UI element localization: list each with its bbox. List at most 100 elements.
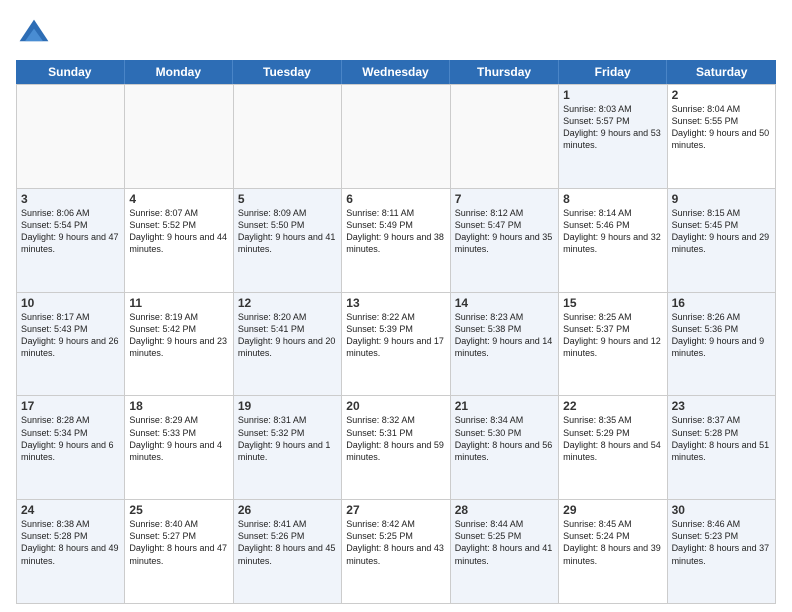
day-number: 18: [129, 399, 228, 413]
calendar-cell-9: 9Sunrise: 8:15 AM Sunset: 5:45 PM Daylig…: [668, 189, 776, 293]
calendar-cell-8: 8Sunrise: 8:14 AM Sunset: 5:46 PM Daylig…: [559, 189, 667, 293]
day-number: 17: [21, 399, 120, 413]
day-info: Sunrise: 8:38 AM Sunset: 5:28 PM Dayligh…: [21, 518, 120, 567]
calendar-cell-empty-0-2: [234, 85, 342, 189]
day-number: 26: [238, 503, 337, 517]
calendar-cell-29: 29Sunrise: 8:45 AM Sunset: 5:24 PM Dayli…: [559, 500, 667, 604]
day-info: Sunrise: 8:03 AM Sunset: 5:57 PM Dayligh…: [563, 103, 662, 152]
day-info: Sunrise: 8:09 AM Sunset: 5:50 PM Dayligh…: [238, 207, 337, 256]
calendar-cell-16: 16Sunrise: 8:26 AM Sunset: 5:36 PM Dayli…: [668, 293, 776, 397]
calendar-cell-7: 7Sunrise: 8:12 AM Sunset: 5:47 PM Daylig…: [451, 189, 559, 293]
calendar-cell-17: 17Sunrise: 8:28 AM Sunset: 5:34 PM Dayli…: [17, 396, 125, 500]
calendar-cell-empty-0-1: [125, 85, 233, 189]
day-number: 24: [21, 503, 120, 517]
header-day-sunday: Sunday: [16, 60, 125, 84]
day-info: Sunrise: 8:42 AM Sunset: 5:25 PM Dayligh…: [346, 518, 445, 567]
day-info: Sunrise: 8:31 AM Sunset: 5:32 PM Dayligh…: [238, 414, 337, 463]
day-number: 16: [672, 296, 771, 310]
calendar-cell-12: 12Sunrise: 8:20 AM Sunset: 5:41 PM Dayli…: [234, 293, 342, 397]
header-day-friday: Friday: [559, 60, 668, 84]
day-number: 6: [346, 192, 445, 206]
header-day-thursday: Thursday: [450, 60, 559, 84]
calendar-cell-empty-0-3: [342, 85, 450, 189]
day-info: Sunrise: 8:11 AM Sunset: 5:49 PM Dayligh…: [346, 207, 445, 256]
day-number: 9: [672, 192, 771, 206]
day-info: Sunrise: 8:25 AM Sunset: 5:37 PM Dayligh…: [563, 311, 662, 360]
calendar-cell-20: 20Sunrise: 8:32 AM Sunset: 5:31 PM Dayli…: [342, 396, 450, 500]
header: [16, 16, 776, 52]
calendar-cell-27: 27Sunrise: 8:42 AM Sunset: 5:25 PM Dayli…: [342, 500, 450, 604]
calendar-cell-30: 30Sunrise: 8:46 AM Sunset: 5:23 PM Dayli…: [668, 500, 776, 604]
day-info: Sunrise: 8:46 AM Sunset: 5:23 PM Dayligh…: [672, 518, 771, 567]
calendar-cell-25: 25Sunrise: 8:40 AM Sunset: 5:27 PM Dayli…: [125, 500, 233, 604]
calendar: SundayMondayTuesdayWednesdayThursdayFrid…: [16, 60, 776, 604]
calendar-row-2: 10Sunrise: 8:17 AM Sunset: 5:43 PM Dayli…: [17, 293, 776, 397]
day-info: Sunrise: 8:32 AM Sunset: 5:31 PM Dayligh…: [346, 414, 445, 463]
day-number: 10: [21, 296, 120, 310]
day-info: Sunrise: 8:41 AM Sunset: 5:26 PM Dayligh…: [238, 518, 337, 567]
day-number: 29: [563, 503, 662, 517]
header-day-monday: Monday: [125, 60, 234, 84]
calendar-row-1: 3Sunrise: 8:06 AM Sunset: 5:54 PM Daylig…: [17, 189, 776, 293]
calendar-cell-empty-0-0: [17, 85, 125, 189]
calendar-row-0: 1Sunrise: 8:03 AM Sunset: 5:57 PM Daylig…: [17, 85, 776, 189]
calendar-cell-15: 15Sunrise: 8:25 AM Sunset: 5:37 PM Dayli…: [559, 293, 667, 397]
day-number: 2: [672, 88, 771, 102]
day-info: Sunrise: 8:06 AM Sunset: 5:54 PM Dayligh…: [21, 207, 120, 256]
day-number: 14: [455, 296, 554, 310]
logo-icon: [16, 16, 52, 52]
day-number: 25: [129, 503, 228, 517]
calendar-cell-18: 18Sunrise: 8:29 AM Sunset: 5:33 PM Dayli…: [125, 396, 233, 500]
calendar-cell-11: 11Sunrise: 8:19 AM Sunset: 5:42 PM Dayli…: [125, 293, 233, 397]
day-info: Sunrise: 8:15 AM Sunset: 5:45 PM Dayligh…: [672, 207, 771, 256]
day-info: Sunrise: 8:28 AM Sunset: 5:34 PM Dayligh…: [21, 414, 120, 463]
calendar-cell-3: 3Sunrise: 8:06 AM Sunset: 5:54 PM Daylig…: [17, 189, 125, 293]
day-number: 5: [238, 192, 337, 206]
day-number: 12: [238, 296, 337, 310]
day-number: 3: [21, 192, 120, 206]
calendar-header: SundayMondayTuesdayWednesdayThursdayFrid…: [16, 60, 776, 84]
day-number: 20: [346, 399, 445, 413]
day-info: Sunrise: 8:34 AM Sunset: 5:30 PM Dayligh…: [455, 414, 554, 463]
calendar-cell-5: 5Sunrise: 8:09 AM Sunset: 5:50 PM Daylig…: [234, 189, 342, 293]
calendar-cell-1: 1Sunrise: 8:03 AM Sunset: 5:57 PM Daylig…: [559, 85, 667, 189]
calendar-cell-26: 26Sunrise: 8:41 AM Sunset: 5:26 PM Dayli…: [234, 500, 342, 604]
calendar-cell-10: 10Sunrise: 8:17 AM Sunset: 5:43 PM Dayli…: [17, 293, 125, 397]
header-day-tuesday: Tuesday: [233, 60, 342, 84]
day-info: Sunrise: 8:29 AM Sunset: 5:33 PM Dayligh…: [129, 414, 228, 463]
calendar-cell-19: 19Sunrise: 8:31 AM Sunset: 5:32 PM Dayli…: [234, 396, 342, 500]
calendar-row-3: 17Sunrise: 8:28 AM Sunset: 5:34 PM Dayli…: [17, 396, 776, 500]
calendar-row-4: 24Sunrise: 8:38 AM Sunset: 5:28 PM Dayli…: [17, 500, 776, 604]
calendar-body: 1Sunrise: 8:03 AM Sunset: 5:57 PM Daylig…: [16, 84, 776, 604]
calendar-cell-22: 22Sunrise: 8:35 AM Sunset: 5:29 PM Dayli…: [559, 396, 667, 500]
calendar-cell-13: 13Sunrise: 8:22 AM Sunset: 5:39 PM Dayli…: [342, 293, 450, 397]
day-number: 23: [672, 399, 771, 413]
day-info: Sunrise: 8:26 AM Sunset: 5:36 PM Dayligh…: [672, 311, 771, 360]
day-info: Sunrise: 8:45 AM Sunset: 5:24 PM Dayligh…: [563, 518, 662, 567]
day-number: 7: [455, 192, 554, 206]
day-info: Sunrise: 8:07 AM Sunset: 5:52 PM Dayligh…: [129, 207, 228, 256]
day-number: 27: [346, 503, 445, 517]
calendar-cell-2: 2Sunrise: 8:04 AM Sunset: 5:55 PM Daylig…: [668, 85, 776, 189]
day-info: Sunrise: 8:20 AM Sunset: 5:41 PM Dayligh…: [238, 311, 337, 360]
calendar-cell-4: 4Sunrise: 8:07 AM Sunset: 5:52 PM Daylig…: [125, 189, 233, 293]
day-info: Sunrise: 8:19 AM Sunset: 5:42 PM Dayligh…: [129, 311, 228, 360]
day-info: Sunrise: 8:37 AM Sunset: 5:28 PM Dayligh…: [672, 414, 771, 463]
day-number: 19: [238, 399, 337, 413]
day-number: 15: [563, 296, 662, 310]
day-info: Sunrise: 8:44 AM Sunset: 5:25 PM Dayligh…: [455, 518, 554, 567]
day-info: Sunrise: 8:40 AM Sunset: 5:27 PM Dayligh…: [129, 518, 228, 567]
calendar-cell-empty-0-4: [451, 85, 559, 189]
day-number: 21: [455, 399, 554, 413]
day-number: 4: [129, 192, 228, 206]
day-number: 1: [563, 88, 662, 102]
calendar-cell-21: 21Sunrise: 8:34 AM Sunset: 5:30 PM Dayli…: [451, 396, 559, 500]
day-info: Sunrise: 8:12 AM Sunset: 5:47 PM Dayligh…: [455, 207, 554, 256]
day-number: 30: [672, 503, 771, 517]
day-info: Sunrise: 8:14 AM Sunset: 5:46 PM Dayligh…: [563, 207, 662, 256]
calendar-cell-24: 24Sunrise: 8:38 AM Sunset: 5:28 PM Dayli…: [17, 500, 125, 604]
day-number: 22: [563, 399, 662, 413]
day-info: Sunrise: 8:22 AM Sunset: 5:39 PM Dayligh…: [346, 311, 445, 360]
day-number: 8: [563, 192, 662, 206]
calendar-cell-28: 28Sunrise: 8:44 AM Sunset: 5:25 PM Dayli…: [451, 500, 559, 604]
